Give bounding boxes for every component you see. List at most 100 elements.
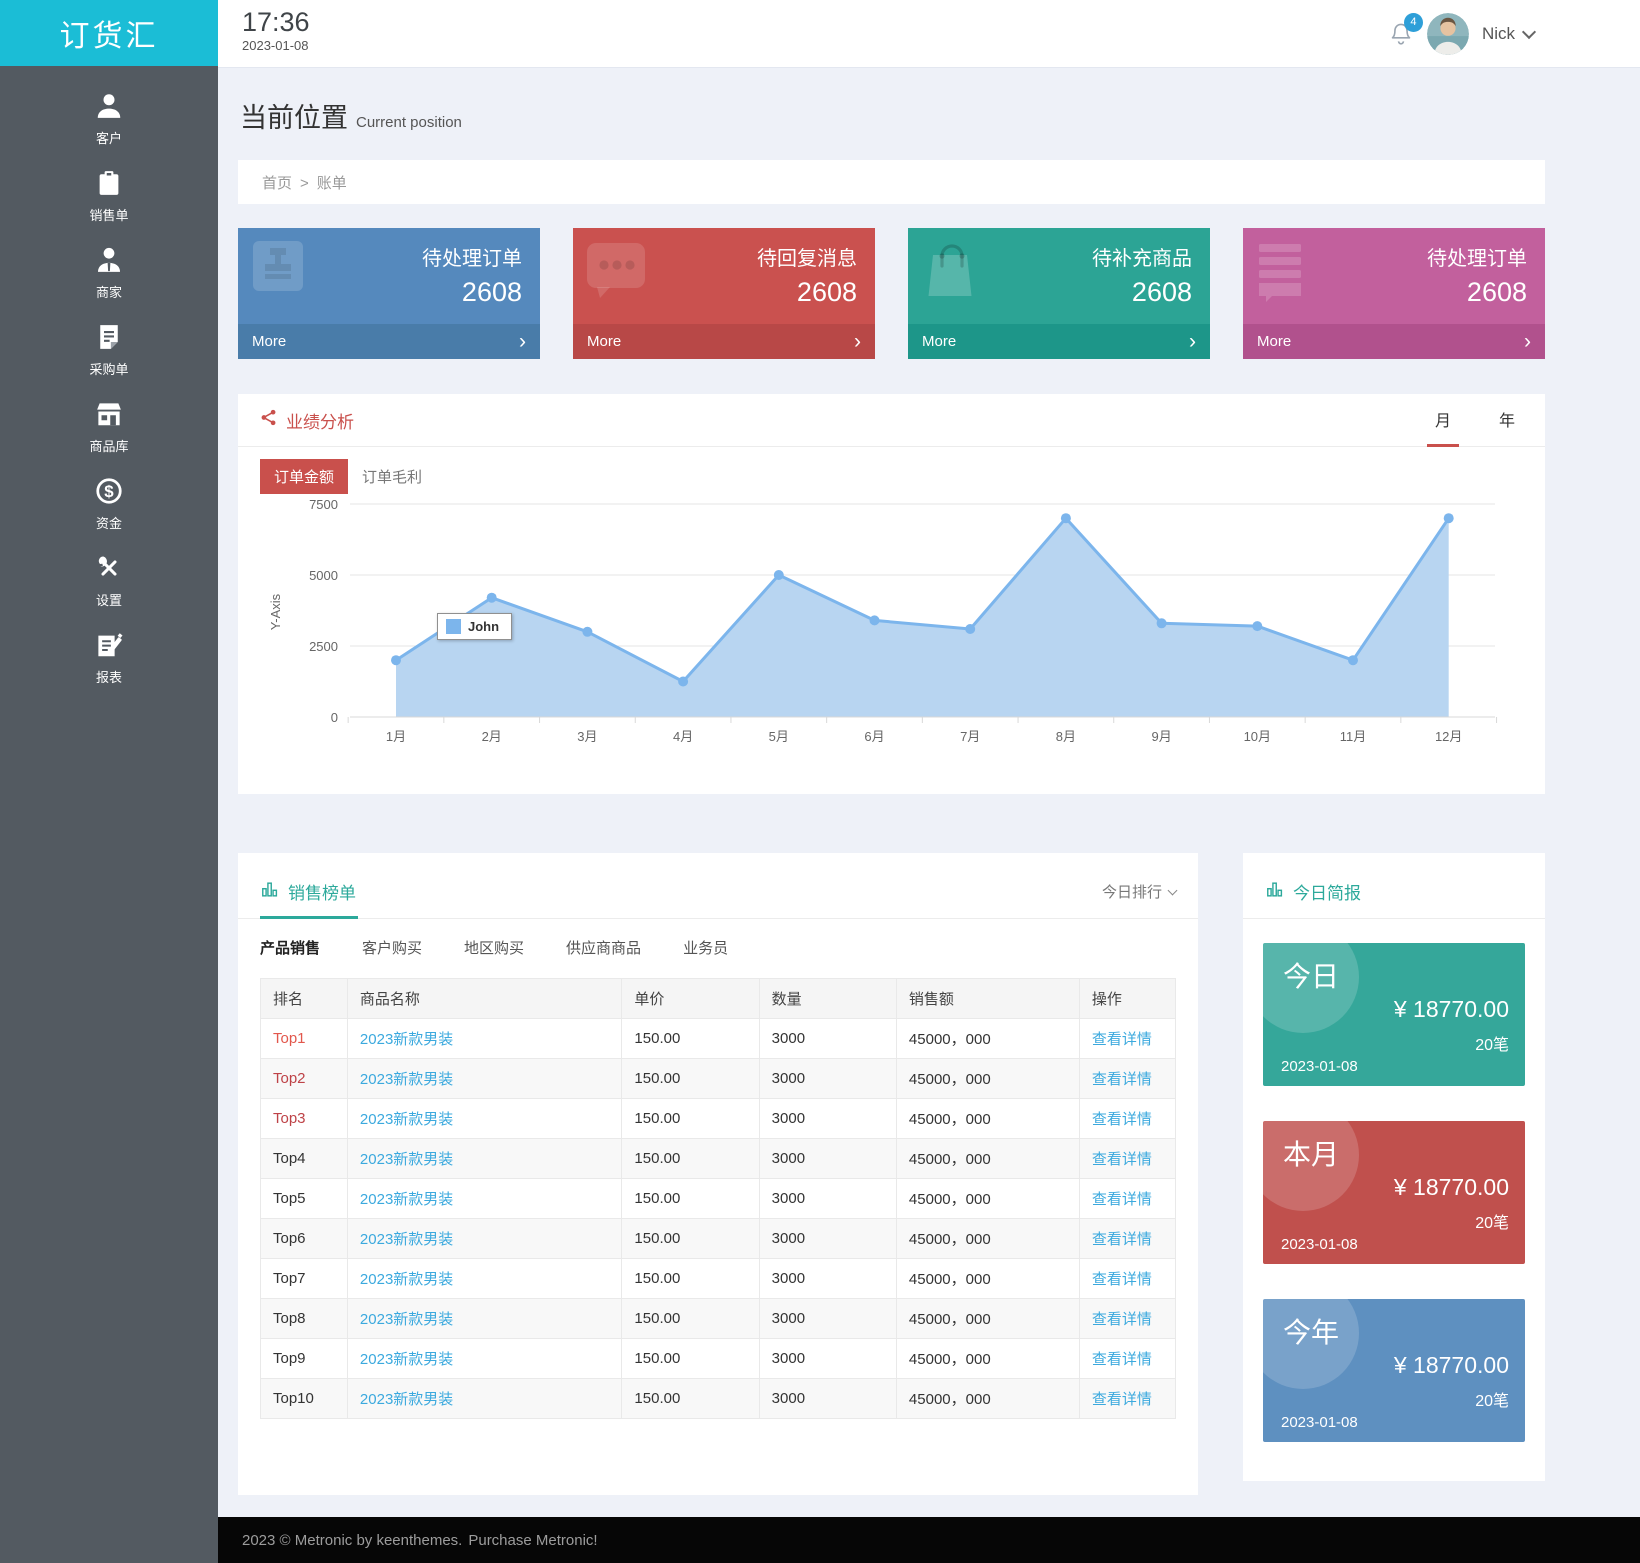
legend-swatch: [446, 619, 461, 634]
sidebar-item-product-library[interactable]: 商品库: [0, 388, 218, 465]
product-link[interactable]: 2023新款男装: [360, 1351, 453, 1368]
action-cell: 查看详情: [1079, 1059, 1175, 1099]
price-cell: 150.00: [622, 1299, 759, 1339]
sidebar-item-label: 销售单: [89, 205, 128, 224]
product-cell: 2023新款男装: [347, 1139, 622, 1179]
sales-tab-地区购买[interactable]: 地区购买: [464, 937, 524, 958]
sidebar-item-label: 资金: [96, 513, 122, 532]
view-detail-link[interactable]: 查看详情: [1092, 1271, 1152, 1288]
rank-cell: Top4: [261, 1139, 348, 1179]
app-logo[interactable]: 订货汇: [0, 0, 218, 66]
sidebar-item-label: 设置: [96, 590, 122, 609]
sidebar-item-report[interactable]: 报表: [0, 619, 218, 696]
amount-cell: 45000，000: [896, 1139, 1079, 1179]
view-detail-link[interactable]: 查看详情: [1092, 1191, 1152, 1208]
column-header: 商品名称: [347, 979, 622, 1019]
sidebar-item-settings[interactable]: 设置: [0, 542, 218, 619]
sidebar-item-label: 商品库: [89, 436, 128, 455]
series-tab-订单毛利[interactable]: 订单毛利: [348, 459, 436, 494]
rank-cell: Top8: [261, 1299, 348, 1339]
series-tab-订单金额[interactable]: 订单金额: [260, 459, 348, 494]
qty-cell: 3000: [759, 1299, 896, 1339]
product-link[interactable]: 2023新款男装: [360, 1071, 453, 1088]
sidebar-item-sales-order[interactable]: 销售单: [0, 157, 218, 234]
stat-card-body: 待回复消息2608: [573, 228, 875, 324]
product-link[interactable]: 2023新款男装: [360, 1311, 453, 1328]
stat-card-value: 2608: [422, 277, 522, 308]
column-header: 操作: [1079, 979, 1175, 1019]
stat-card-2: 待回复消息2608More›: [573, 228, 875, 359]
sidebar-item-purchase-order[interactable]: 采购单: [0, 311, 218, 388]
action-cell: 查看详情: [1079, 1339, 1175, 1379]
sales-tabs: 产品销售 客户购买 地区购买 供应商商品 业务员: [238, 919, 1198, 962]
notifications-button[interactable]: 4: [1388, 21, 1414, 47]
stat-card-value: 2608: [757, 277, 857, 308]
qty-cell: 3000: [759, 1099, 896, 1139]
breadcrumb-item[interactable]: 首页: [262, 175, 292, 192]
stat-card-more-link[interactable]: More›: [908, 324, 1210, 359]
purchase-link[interactable]: Purchase Metronic!: [468, 1532, 597, 1549]
svg-text:5月: 5月: [769, 729, 789, 744]
stat-card-more-link[interactable]: More›: [1243, 324, 1545, 359]
user-menu[interactable]: Nick: [1482, 24, 1534, 44]
product-link[interactable]: 2023新款男装: [360, 1271, 453, 1288]
stat-card-more-link[interactable]: More›: [238, 324, 540, 359]
view-detail-link[interactable]: 查看详情: [1092, 1351, 1152, 1368]
breadcrumb-item[interactable]: 账单: [317, 175, 347, 192]
product-link[interactable]: 2023新款男装: [360, 1191, 453, 1208]
view-detail-link[interactable]: 查看详情: [1092, 1071, 1152, 1088]
avatar[interactable]: [1427, 13, 1469, 55]
stat-card-value: 2608: [1092, 277, 1192, 308]
sales-ranking-panel: 销售榜单 今日排行 产品销售客户购买地区购买供应商商品业务员 排名商品名称单价数…: [238, 853, 1198, 1495]
period-tab-年[interactable]: 年: [1491, 407, 1523, 444]
sidebar-item-customer[interactable]: 客户: [0, 80, 218, 157]
brief-cards: 今日¥ 18770.0020笔2023-01-08本月¥ 18770.0020笔…: [1243, 919, 1545, 1442]
bar-chart-icon: [1265, 880, 1284, 904]
qty-cell: 3000: [759, 1059, 896, 1099]
view-detail-link[interactable]: 查看详情: [1092, 1151, 1152, 1168]
sales-tab-业务员[interactable]: 业务员: [683, 937, 728, 958]
price-cell: 150.00: [622, 1339, 759, 1379]
sidebar-item-funds[interactable]: $资金: [0, 465, 218, 542]
sidebar-item-merchant[interactable]: 商家: [0, 234, 218, 311]
rank-cell: Top3: [261, 1099, 348, 1139]
view-detail-link[interactable]: 查看详情: [1092, 1031, 1152, 1048]
table-row: Top92023新款男装150.00300045000，000查看详情: [261, 1339, 1176, 1379]
more-label: More: [252, 333, 286, 350]
product-link[interactable]: 2023新款男装: [360, 1151, 453, 1168]
product-link[interactable]: 2023新款男装: [360, 1111, 453, 1128]
svg-text:10月: 10月: [1244, 729, 1271, 744]
sales-tab-客户购买[interactable]: 客户购买: [362, 937, 422, 958]
user-area: 4 Nick: [1388, 0, 1534, 67]
product-cell: 2023新款男装: [347, 1339, 622, 1379]
product-cell: 2023新款男装: [347, 1179, 622, 1219]
view-detail-link[interactable]: 查看详情: [1092, 1111, 1152, 1128]
period-tab-月[interactable]: 月: [1427, 407, 1459, 447]
amount-cell: 45000，000: [896, 1099, 1079, 1139]
brief-card-2: 本月¥ 18770.0020笔2023-01-08: [1263, 1121, 1525, 1264]
svg-text:Y-Axis: Y-Axis: [268, 593, 283, 630]
chart-legend[interactable]: John: [437, 613, 512, 640]
sales-filter-dropdown[interactable]: 今日排行: [1102, 881, 1176, 902]
stat-card-title: 待补充商品: [1092, 242, 1192, 271]
view-detail-link[interactable]: 查看详情: [1092, 1391, 1152, 1408]
sidebar-nav: 客户销售单商家采购单商品库 $资金设置报表: [0, 66, 218, 696]
rank-cell: Top9: [261, 1339, 348, 1379]
action-cell: 查看详情: [1079, 1099, 1175, 1139]
view-detail-link[interactable]: 查看详情: [1092, 1311, 1152, 1328]
qty-cell: 3000: [759, 1379, 896, 1419]
product-link[interactable]: 2023新款男装: [360, 1031, 453, 1048]
product-cell: 2023新款男装: [347, 1059, 622, 1099]
price-cell: 150.00: [622, 1019, 759, 1059]
product-link[interactable]: 2023新款男装: [360, 1391, 453, 1408]
product-link[interactable]: 2023新款男装: [360, 1231, 453, 1248]
view-detail-link[interactable]: 查看详情: [1092, 1231, 1152, 1248]
table-row: Top32023新款男装150.00300045000，000查看详情: [261, 1099, 1176, 1139]
stat-card-more-link[interactable]: More›: [573, 324, 875, 359]
sales-tab-产品销售[interactable]: 产品销售: [260, 937, 320, 958]
sales-tab-供应商商品[interactable]: 供应商商品: [566, 937, 641, 958]
settings-icon: [94, 553, 124, 583]
more-label: More: [587, 333, 621, 350]
price-cell: 150.00: [622, 1259, 759, 1299]
column-header: 销售额: [896, 979, 1079, 1019]
